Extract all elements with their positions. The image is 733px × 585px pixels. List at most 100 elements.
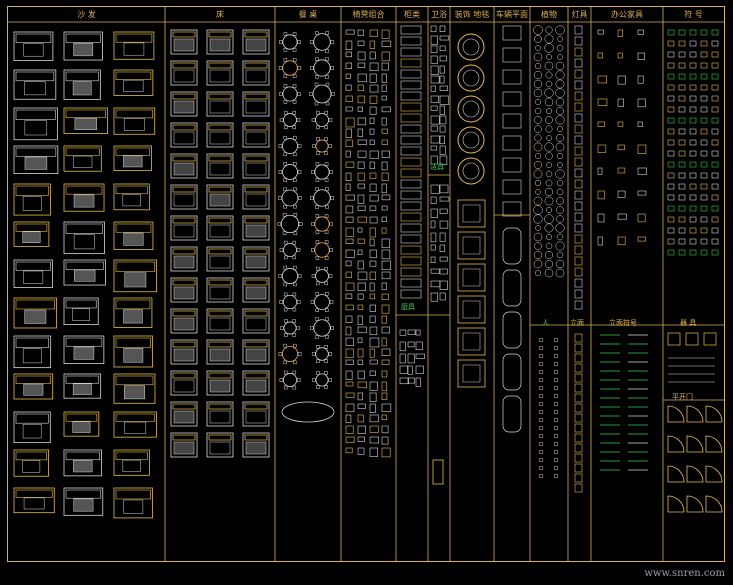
plant-block [535, 45, 541, 51]
lamp-block [574, 234, 583, 244]
person-block [538, 393, 544, 399]
small-block [369, 238, 375, 247]
small-block [369, 194, 379, 202]
symbol-block [689, 238, 697, 245]
small-block [345, 139, 353, 147]
cad-drawing[interactable] [0, 0, 733, 585]
appliance-block [703, 332, 717, 346]
symbol-block [678, 139, 686, 146]
small-block [430, 135, 440, 144]
round-block [315, 139, 329, 153]
symbol-block [667, 106, 675, 113]
symbol-block [667, 73, 675, 80]
small-block [381, 227, 387, 234]
plant-block [555, 88, 565, 98]
small-block [345, 227, 355, 237]
small-block [345, 337, 354, 346]
vehicle-top [502, 69, 522, 85]
small-block [381, 139, 388, 145]
person-block [553, 361, 559, 367]
bed-block [170, 215, 198, 241]
small-block [430, 196, 437, 204]
small-block [617, 29, 624, 37]
small-block [369, 326, 378, 336]
symbol-block [711, 205, 719, 212]
symbol-block [689, 161, 697, 168]
small-block [439, 145, 446, 155]
small-block [357, 227, 363, 233]
cad-canvas[interactable]: 沙 发 床 餐 桌 椅凳组合 柜类 卫浴 装饰 地毯 车辆平面 植物 灯具 办公… [0, 0, 733, 585]
plant-block [544, 187, 554, 197]
symbol-block [667, 172, 675, 179]
small-block [345, 260, 352, 267]
cabinet-block [400, 36, 422, 46]
symbol-block [700, 73, 708, 80]
lamp-block [574, 146, 583, 156]
plant-block [534, 125, 542, 133]
carpet-round [457, 157, 485, 185]
plant-block [533, 142, 543, 152]
plant-block [546, 207, 552, 213]
small-block [369, 271, 377, 280]
cabinet-block [400, 113, 422, 123]
small-block [345, 29, 355, 35]
subheader-appliances: 器 具 [680, 319, 697, 327]
plant-block [535, 153, 541, 159]
small-block [369, 84, 379, 93]
plant-block [556, 233, 564, 241]
plant-block [557, 162, 563, 168]
door-swing [686, 465, 704, 483]
plant-block [534, 179, 542, 187]
small-block [369, 106, 377, 115]
small-block [415, 377, 421, 387]
lamp-elevation [574, 423, 583, 433]
small-block [637, 144, 647, 154]
vehicle-top [502, 25, 522, 41]
small-block [381, 392, 388, 400]
round-block [282, 294, 298, 310]
lamp-block [574, 212, 583, 222]
small-block [381, 161, 388, 171]
symbol-block [700, 62, 708, 69]
cabinet-block [400, 58, 422, 68]
symbol-block [700, 117, 708, 124]
bed-block [206, 277, 234, 303]
small-block [381, 326, 390, 334]
bed-block [170, 184, 198, 210]
round-block [281, 267, 299, 285]
small-block [415, 329, 421, 336]
small-block [345, 436, 355, 443]
vehicle-top [502, 113, 522, 129]
small-block [369, 117, 375, 124]
person-block [538, 409, 544, 415]
plant-block [544, 268, 554, 278]
small-block [369, 40, 375, 49]
subheader-elevation-symbols: 立面符号 [609, 319, 637, 327]
lamp-block [574, 278, 583, 288]
small-block [439, 55, 447, 62]
carpet-square [457, 263, 486, 292]
small-block [369, 315, 376, 323]
symbol-block [700, 238, 708, 245]
round-block [313, 189, 331, 207]
plant-block [555, 268, 565, 278]
cabinet-block [400, 234, 422, 244]
small-block [430, 232, 437, 243]
symbol-block [667, 205, 675, 212]
bed-block [242, 122, 270, 148]
person-block [538, 345, 544, 351]
small-block [357, 425, 366, 434]
lamp-elevation [574, 363, 583, 373]
door-swing [667, 465, 685, 483]
small-block [357, 128, 364, 137]
carpet-round [457, 126, 485, 154]
small-block [430, 184, 440, 194]
plant-block [555, 259, 565, 269]
sink-block [432, 459, 444, 485]
person-block [538, 417, 544, 423]
plant-block [533, 52, 543, 62]
small-block [369, 227, 376, 238]
lamp-block [574, 256, 583, 266]
door-swing [667, 495, 685, 513]
person-block [553, 401, 559, 407]
